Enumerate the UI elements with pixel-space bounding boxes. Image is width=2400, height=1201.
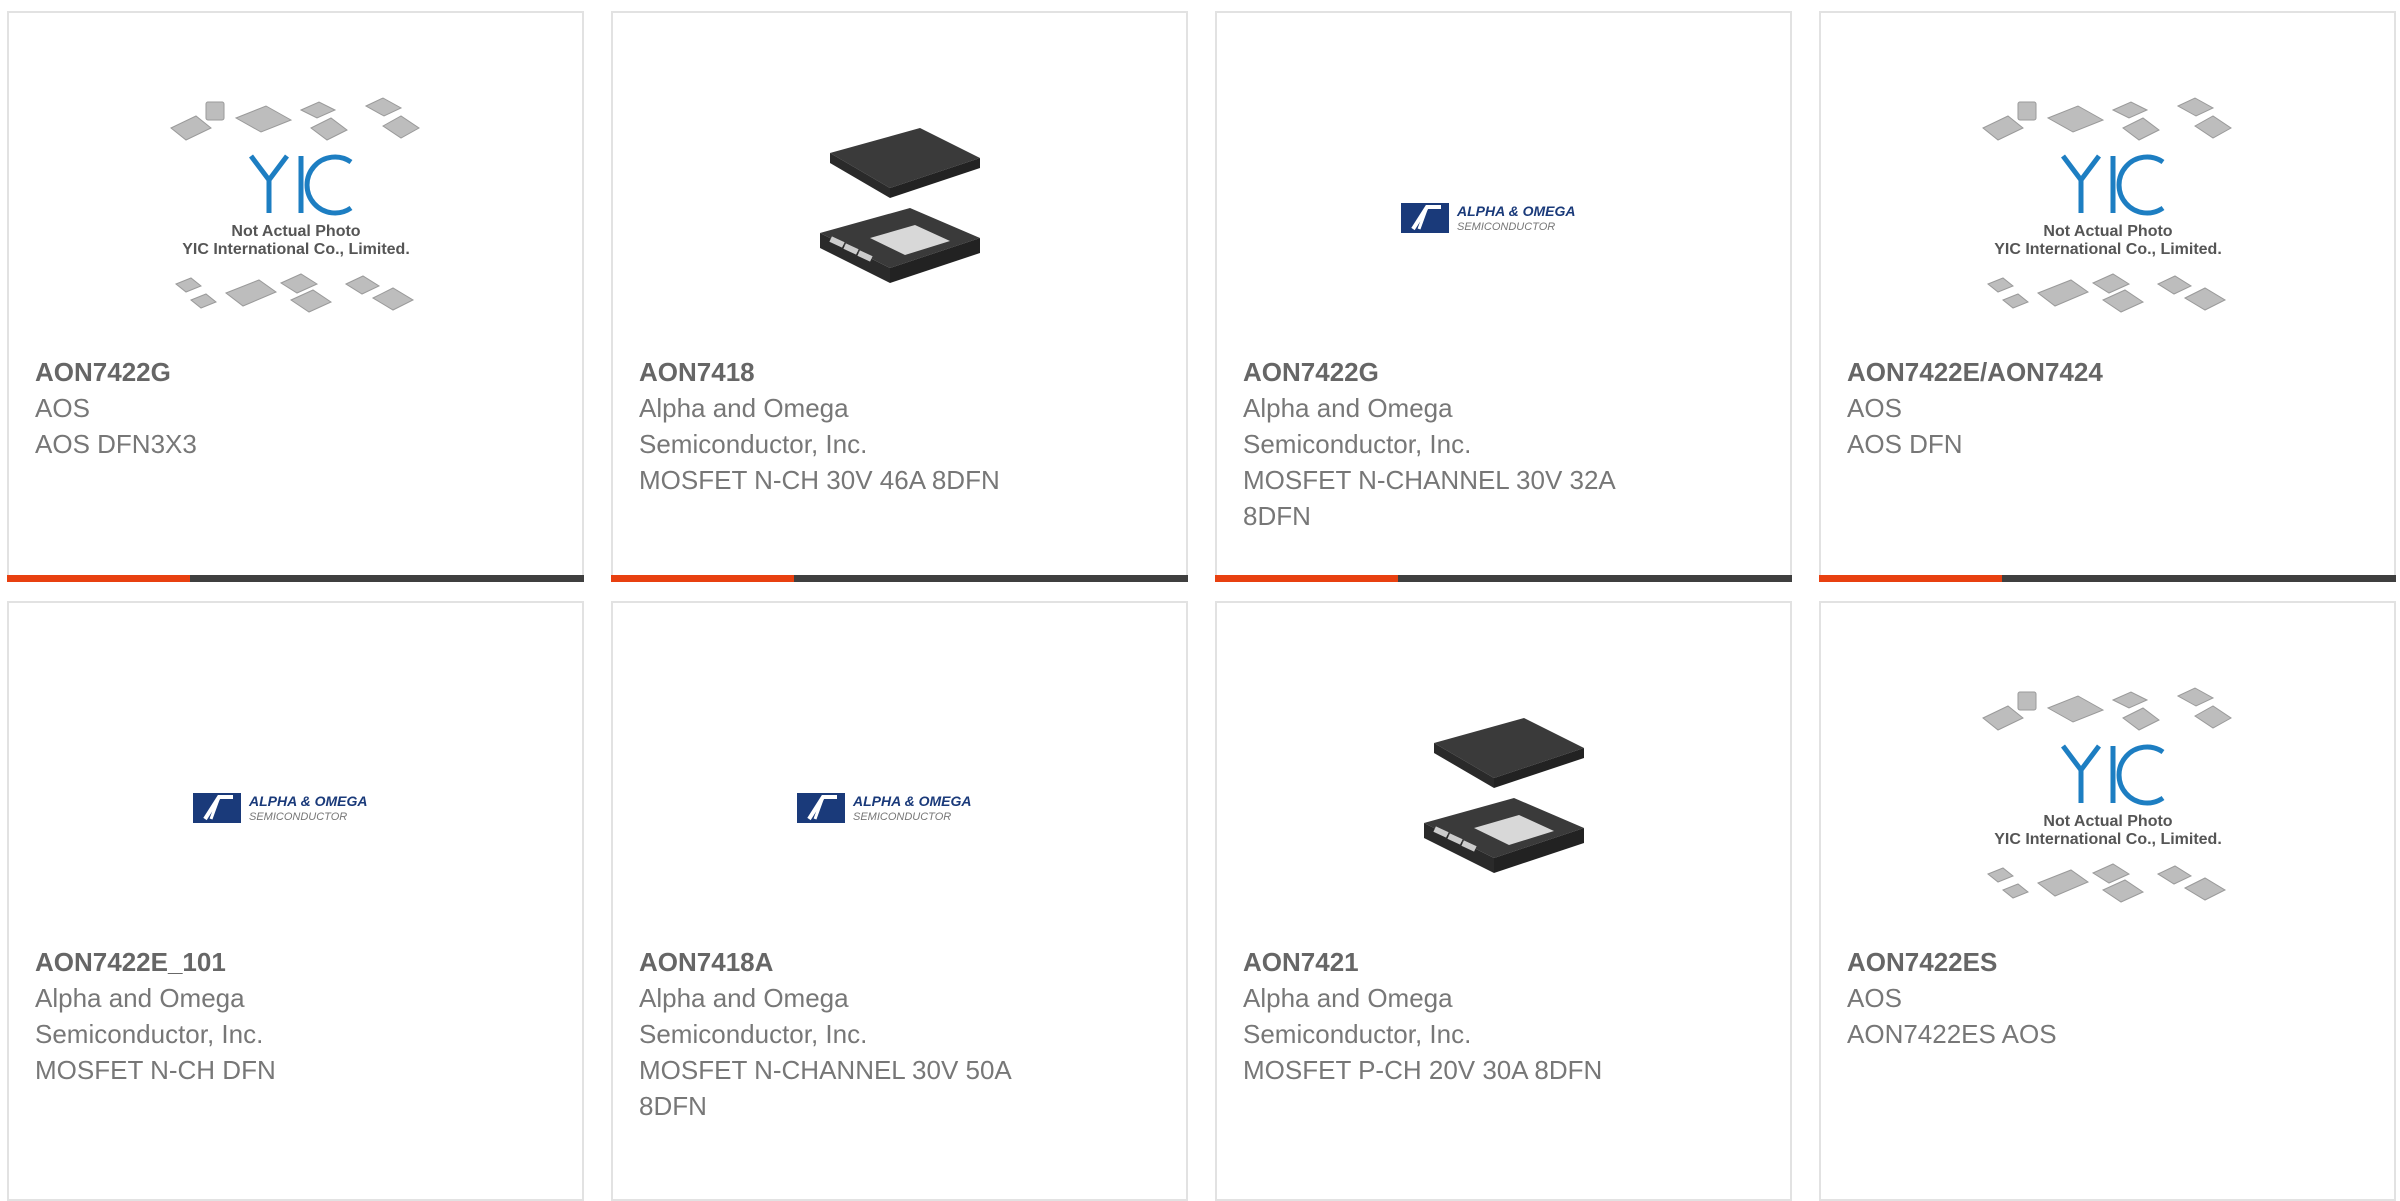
description: 8DFN	[1243, 501, 1311, 531]
card-footer-bar	[1215, 575, 1792, 582]
placeholder-text: YIC International Co., Limited.	[182, 241, 410, 258]
card-footer-bar	[1819, 575, 2396, 582]
product-card[interactable]: ALPHA & OMEGA SEMICONDUCTOR AON7422E_101…	[7, 601, 584, 1201]
logo-text: ALPHA & OMEGA	[248, 793, 367, 809]
placeholder-text: YIC International Co., Limited.	[1994, 831, 2222, 848]
manufacturer: Alpha and Omega	[1243, 393, 1453, 423]
card-footer-bar	[611, 575, 1188, 582]
product-image[interactable]: ALPHA & OMEGA SEMICONDUCTOR	[9, 653, 582, 953]
part-number[interactable]: AON7422G	[1243, 354, 1764, 390]
product-card[interactable]: Not Actual Photo YIC International Co., …	[7, 11, 584, 582]
product-image[interactable]	[1217, 653, 1790, 953]
product-image[interactable]: Not Actual Photo YIC International Co., …	[1821, 63, 2394, 363]
product-card[interactable]: ALPHA & OMEGA SEMICONDUCTOR AON7422G Alp…	[1215, 11, 1792, 582]
product-image[interactable]	[613, 63, 1186, 363]
part-number[interactable]: AON7418A	[639, 944, 1160, 980]
description: MOSFET N-CH DFN	[35, 1055, 276, 1085]
logo-text: SEMICONDUCTOR	[249, 811, 347, 823]
product-image[interactable]: Not Actual Photo YIC International Co., …	[1821, 653, 2394, 953]
manufacturer: AOS	[35, 393, 90, 423]
logo-text: ALPHA & OMEGA	[1456, 203, 1575, 219]
description: AOS DFN	[1847, 429, 1963, 459]
manufacturer: AOS	[1847, 393, 1902, 423]
product-card[interactable]: AON7418 Alpha and Omega Semiconductor, I…	[611, 11, 1188, 582]
placeholder-text: Not Actual Photo	[2043, 813, 2172, 830]
product-card[interactable]: AON7421 Alpha and Omega Semiconductor, I…	[1215, 601, 1792, 1201]
product-card[interactable]: Not Actual Photo YIC International Co., …	[1819, 11, 2396, 582]
logo-text: SEMICONDUCTOR	[1457, 221, 1555, 233]
manufacturer: Semiconductor, Inc.	[1243, 1019, 1472, 1049]
part-number[interactable]: AON7422E_101	[35, 944, 556, 980]
placeholder-text: YIC International Co., Limited.	[1994, 241, 2222, 258]
part-number[interactable]: AON7418	[639, 354, 1160, 390]
description: AOS DFN3X3	[35, 429, 197, 459]
product-image[interactable]: ALPHA & OMEGA SEMICONDUCTOR	[613, 653, 1186, 953]
manufacturer: Semiconductor, Inc.	[35, 1019, 264, 1049]
description: AON7422ES AOS	[1847, 1019, 2057, 1049]
description: MOSFET N-CHANNEL 30V 32A	[1243, 465, 1616, 495]
manufacturer: Alpha and Omega	[639, 983, 849, 1013]
part-number[interactable]: AON7422E/AON7424	[1847, 354, 2368, 390]
description: 8DFN	[639, 1091, 707, 1121]
product-card[interactable]: Not Actual Photo YIC International Co., …	[1819, 601, 2396, 1201]
product-image[interactable]: Not Actual Photo YIC International Co., …	[9, 63, 582, 363]
logo-text: SEMICONDUCTOR	[853, 811, 951, 823]
product-image[interactable]: ALPHA & OMEGA SEMICONDUCTOR	[1217, 63, 1790, 363]
description: MOSFET N-CH 30V 46A 8DFN	[639, 465, 1000, 495]
part-number[interactable]: AON7422G	[35, 354, 556, 390]
product-card[interactable]: ALPHA & OMEGA SEMICONDUCTOR AON7418A Alp…	[611, 601, 1188, 1201]
manufacturer: Semiconductor, Inc.	[639, 1019, 868, 1049]
manufacturer: Alpha and Omega	[639, 393, 849, 423]
part-number[interactable]: AON7421	[1243, 944, 1764, 980]
description: MOSFET P-CH 20V 30A 8DFN	[1243, 1055, 1603, 1085]
manufacturer: Alpha and Omega	[35, 983, 245, 1013]
manufacturer: AOS	[1847, 983, 1902, 1013]
logo-text: ALPHA & OMEGA	[852, 793, 971, 809]
manufacturer: Semiconductor, Inc.	[639, 429, 868, 459]
manufacturer: Semiconductor, Inc.	[1243, 429, 1472, 459]
placeholder-text: Not Actual Photo	[2043, 223, 2172, 240]
placeholder-text: Not Actual Photo	[231, 223, 360, 240]
part-number[interactable]: AON7422ES	[1847, 944, 2368, 980]
card-footer-bar	[7, 575, 584, 582]
manufacturer: Alpha and Omega	[1243, 983, 1453, 1013]
description: MOSFET N-CHANNEL 30V 50A	[639, 1055, 1012, 1085]
